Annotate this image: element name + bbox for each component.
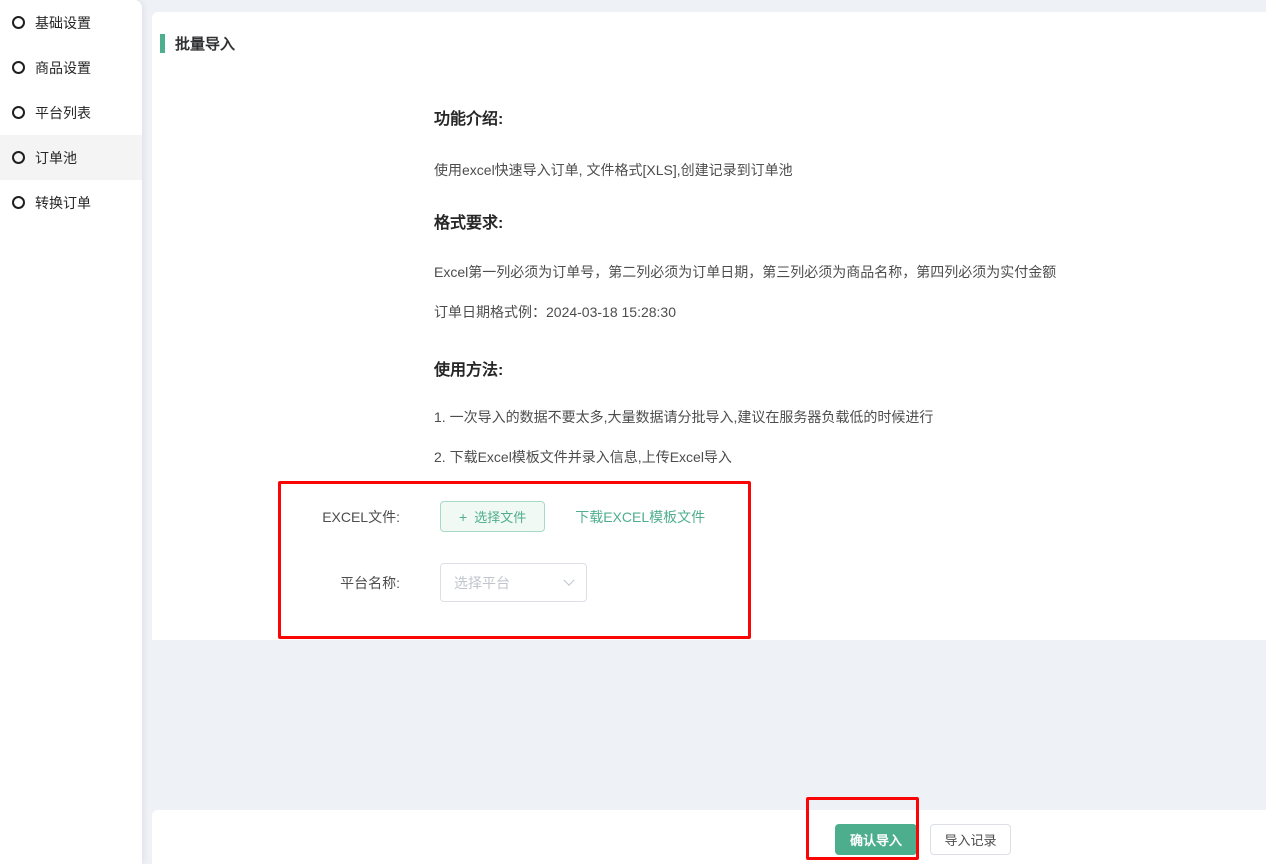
usage-line-1: 1. 一次导入的数据不要太多,大量数据请分批导入,建议在服务器负载低的时候进行: [434, 407, 933, 427]
format-heading: 格式要求:: [434, 209, 503, 233]
choose-file-button-label: 选择文件: [474, 507, 526, 526]
choose-file-button[interactable]: + 选择文件: [440, 501, 545, 532]
circle-icon: [12, 16, 25, 29]
sidebar-item-convert-order[interactable]: 转换订单: [0, 180, 142, 225]
usage-heading: 使用方法:: [434, 356, 503, 380]
intro-line: 使用excel快速导入订单, 文件格式[XLS],创建记录到订单池: [434, 160, 793, 180]
footer-action-bar: 确认导入 导入记录: [152, 810, 1266, 864]
sidebar-item-basic-settings[interactable]: 基础设置: [0, 0, 142, 45]
circle-icon: [12, 196, 25, 209]
page-title: 批量导入: [160, 33, 235, 54]
intro-heading: 功能介绍:: [434, 105, 503, 129]
import-records-button[interactable]: 导入记录: [930, 824, 1011, 855]
sidebar-item-product-settings[interactable]: 商品设置: [0, 45, 142, 90]
batch-import-panel: 批量导入 功能介绍: 使用excel快速导入订单, 文件格式[XLS],创建记录…: [152, 12, 1266, 640]
excel-file-label: EXCEL文件:: [305, 507, 400, 527]
circle-icon: [12, 151, 25, 164]
format-line-1: Excel第一列必须为订单号，第二列必须为订单日期，第三列必须为商品名称，第四列…: [434, 262, 1056, 282]
plus-icon: +: [459, 509, 467, 525]
circle-icon: [12, 106, 25, 119]
usage-line-2: 2. 下载Excel模板文件并录入信息,上传Excel导入: [434, 447, 732, 467]
sidebar-item-label: 基础设置: [35, 13, 91, 33]
sidebar-item-label: 平台列表: [35, 103, 91, 123]
title-accent-bar: [160, 34, 165, 53]
confirm-import-button[interactable]: 确认导入: [835, 824, 917, 855]
sidebar-item-platform-list[interactable]: 平台列表: [0, 90, 142, 135]
sidebar-item-label: 转换订单: [35, 193, 91, 213]
platform-select[interactable]: 选择平台: [440, 563, 587, 602]
platform-row: 平台名称: 选择平台: [305, 563, 587, 602]
format-line-2: 订单日期格式例：2024-03-18 15:28:30: [434, 302, 676, 322]
chevron-down-icon: [563, 574, 574, 585]
page-title-text: 批量导入: [175, 33, 235, 54]
sidebar-item-label: 商品设置: [35, 58, 91, 78]
platform-label: 平台名称:: [305, 573, 400, 593]
circle-icon: [12, 61, 25, 74]
excel-file-row: EXCEL文件: + 选择文件 下载EXCEL模板文件: [305, 501, 705, 532]
download-template-link[interactable]: 下载EXCEL模板文件: [575, 507, 705, 527]
sidebar-item-order-pool[interactable]: 订单池: [0, 135, 142, 180]
platform-select-placeholder: 选择平台: [454, 573, 510, 593]
sidebar-item-label: 订单池: [35, 148, 77, 168]
sidebar: 基础设置 商品设置 平台列表 订单池 转换订单: [0, 0, 142, 864]
